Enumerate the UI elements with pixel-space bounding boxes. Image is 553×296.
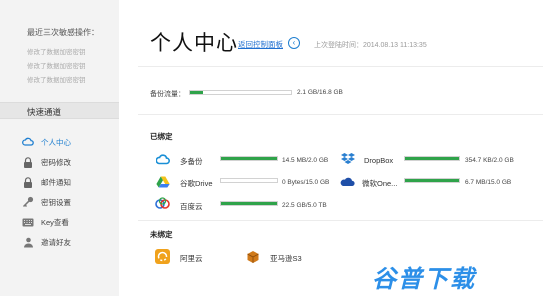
- unbound-section-title: 未绑定: [150, 230, 173, 239]
- sidebar-item-key-settings[interactable]: 密钥设置: [22, 195, 119, 209]
- service-usage-value: 354.7 KB/2.0 GB: [465, 157, 514, 164]
- service-usage-value: 0 Bytes/15.0 GB: [282, 179, 330, 186]
- service-usage-bar: [220, 156, 278, 161]
- cloud-icon: [22, 136, 34, 148]
- divider: [138, 220, 543, 221]
- service-usage-value: 22.5 GB/5.0 TB: [282, 202, 327, 209]
- user-icon: [22, 236, 34, 248]
- lock-icon: [22, 176, 34, 188]
- last-login-time: 上次登陆时间：2014.08.13 11:13:35: [314, 42, 427, 49]
- service-name: 微软One...: [362, 179, 398, 188]
- progress-fill: [405, 179, 459, 182]
- duobeifen-icon: [155, 152, 170, 167]
- service-name[interactable]: 亚马逊S3: [270, 253, 302, 264]
- lock-icon: [22, 156, 34, 168]
- back-to-dashboard-link[interactable]: 返回控制面板: [238, 39, 283, 50]
- dropbox-icon: [340, 151, 355, 166]
- aliyun-icon[interactable]: [155, 249, 170, 264]
- backup-traffic-bar: [189, 90, 292, 95]
- divider: [138, 114, 543, 115]
- watermark-logo: 谷普下载: [372, 265, 476, 293]
- service-name[interactable]: 阿里云: [180, 253, 203, 264]
- recent-operation-item: 修改了数据加密密钥: [27, 77, 86, 84]
- progress-fill: [190, 91, 203, 94]
- sidebar-item-label: 密钥设置: [41, 197, 71, 207]
- service-usage-bar: [220, 178, 278, 183]
- backup-traffic-label: 备份流量：: [150, 91, 185, 98]
- sidebar-item-label: 密码修改: [41, 157, 71, 167]
- service-name: 谷歌Drive: [180, 179, 213, 188]
- key-icon: [22, 196, 34, 208]
- back-arrow-icon[interactable]: ‹: [288, 37, 300, 49]
- service-name: DropBox: [364, 156, 394, 165]
- keyboard-icon: [22, 216, 34, 228]
- progress-fill: [221, 157, 277, 160]
- google-drive-icon: [155, 174, 170, 189]
- onedrive-icon: [340, 174, 355, 189]
- sidebar-item-invite-friends[interactable]: 邀请好友: [22, 235, 119, 249]
- progress-fill: [221, 202, 277, 205]
- service-name: 多备份: [180, 157, 203, 166]
- recent-operations-heading: 最近三次敏感操作：: [27, 28, 99, 37]
- sidebar-item-label: 邮件通知: [41, 177, 71, 187]
- sidebar-item-personal-center[interactable]: 个人中心: [22, 135, 119, 149]
- service-usage-bar: [404, 178, 460, 183]
- service-usage-value: 6.7 MB/15.0 GB: [465, 179, 512, 186]
- sidebar: 最近三次敏感操作： 修改了数据加密密钥 修改了数据加密密钥 修改了数据加密密钥 …: [0, 0, 119, 296]
- sidebar-item-label: 邀请好友: [41, 237, 71, 247]
- sidebar-item-label: Key查看: [41, 217, 69, 227]
- bound-section-title: 已绑定: [150, 132, 173, 141]
- service-usage-bar: [404, 156, 460, 161]
- sidebar-item-label: 个人中心: [41, 137, 71, 147]
- page-title: 个人中心: [150, 32, 238, 55]
- sidebar-item-email-notification[interactable]: 邮件通知: [22, 175, 119, 189]
- recent-operation-item: 修改了数据加密密钥: [27, 63, 86, 70]
- baidu-cloud-icon: [155, 196, 170, 211]
- service-name: 百度云: [180, 202, 203, 211]
- divider: [138, 66, 543, 67]
- service-usage-bar: [220, 201, 278, 206]
- quick-access-title: 快速通道: [27, 107, 62, 117]
- quick-access-header: 快速通道: [0, 102, 119, 119]
- sidebar-item-change-password[interactable]: 密码修改: [22, 155, 119, 169]
- amazon-s3-icon[interactable]: [245, 249, 260, 264]
- progress-fill: [405, 157, 459, 160]
- recent-operation-item: 修改了数据加密密钥: [27, 49, 86, 56]
- sidebar-item-key-view[interactable]: Key查看: [22, 215, 119, 229]
- service-usage-value: 14.5 MB/2.0 GB: [282, 157, 329, 164]
- backup-traffic-value: 2.1 GB/16.8 GB: [297, 89, 343, 96]
